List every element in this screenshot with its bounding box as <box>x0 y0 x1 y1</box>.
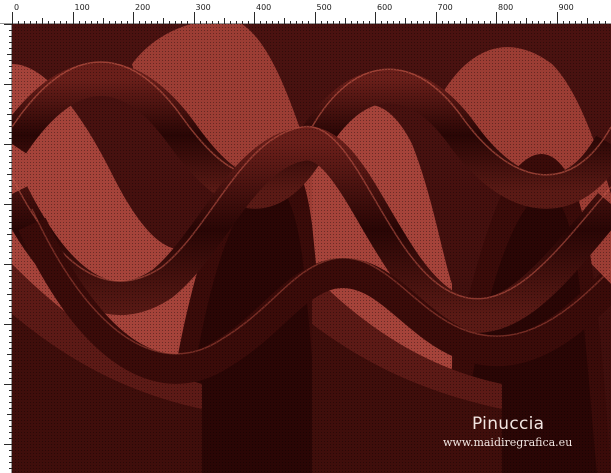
ruler-tick <box>12 12 13 24</box>
ruler-tick <box>4 264 12 265</box>
ruler-tick <box>4 444 12 445</box>
ruler-tick <box>435 12 437 24</box>
top-ruler[interactable]: 0 100 200 300 400 500 600 700 800 900 <box>0 0 611 24</box>
ruler-label: 400 <box>256 3 272 12</box>
image-canvas[interactable]: Pinuccia www.maidiregrafica.eu <box>12 24 611 473</box>
ruler-tick <box>4 324 12 325</box>
ruler-label: 700 <box>437 3 453 12</box>
ruler-label: 600 <box>377 3 393 12</box>
ruler-tick <box>4 84 12 85</box>
ruler-label: 100 <box>74 3 90 12</box>
ruler-tick <box>254 12 255 24</box>
ruler-label: 900 <box>558 3 574 12</box>
watermark-name: Pinuccia <box>472 414 545 434</box>
ruler-label: 800 <box>498 3 514 12</box>
ruler-tick <box>72 12 74 24</box>
ruler-label: 500 <box>316 3 332 12</box>
left-ruler[interactable] <box>0 24 12 473</box>
ruler-tick <box>4 24 12 25</box>
ruler-tick <box>496 12 497 24</box>
ruler-tick <box>4 204 12 205</box>
ruler-label: 300 <box>195 3 211 12</box>
ruler-label: 200 <box>135 3 151 12</box>
ruler-label: 0 <box>14 3 20 12</box>
watermark-url: www.maidiregrafica.eu <box>443 436 573 449</box>
ruler-tick <box>556 12 558 24</box>
mesh-texture <box>12 24 611 473</box>
ruler-tick <box>4 144 12 145</box>
wave-artwork <box>12 24 611 473</box>
ruler-tick <box>193 12 195 24</box>
ruler-tick <box>4 384 12 385</box>
ruler-tick <box>375 12 376 24</box>
ruler-tick <box>133 12 134 24</box>
ruler-tick <box>314 12 316 24</box>
